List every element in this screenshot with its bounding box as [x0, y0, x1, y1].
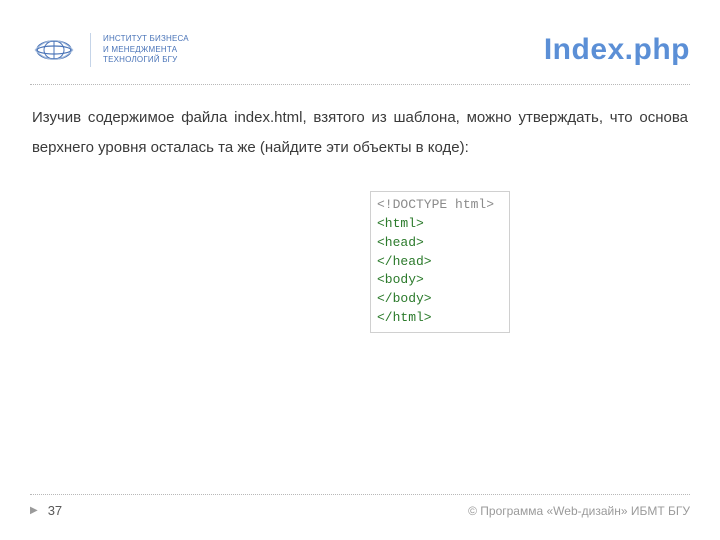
code-line-html-close: </html>: [377, 309, 499, 328]
org-line-1: ИНСТИТУТ БИЗНЕСА: [103, 34, 189, 44]
slide: ИНСТИТУТ БИЗНЕСА И МЕНЕДЖМЕНТА ТЕХНОЛОГИ…: [0, 0, 720, 540]
page-indicator: ▶ 37: [30, 503, 62, 518]
copyright-text: © Программа «Web-дизайн» ИБМТ БГУ: [468, 504, 690, 518]
code-line-html-open: <html>: [377, 215, 499, 234]
arrow-right-icon: ▶: [30, 505, 38, 516]
footer: ▶ 37 © Программа «Web-дизайн» ИБМТ БГУ: [30, 494, 690, 518]
header: ИНСТИТУТ БИЗНЕСА И МЕНЕДЖМЕНТА ТЕХНОЛОГИ…: [30, 20, 690, 80]
globe-logo-icon: [30, 30, 78, 70]
code-line-head-open: <head>: [377, 234, 499, 253]
page-number: 37: [48, 503, 62, 518]
footer-row: ▶ 37 © Программа «Web-дизайн» ИБМТ БГУ: [30, 503, 690, 518]
body-paragraph: Изучив содержимое файла index.html, взят…: [30, 103, 690, 163]
footer-divider: [30, 494, 690, 495]
logo-divider: [90, 33, 91, 67]
code-area: <!DOCTYPE html> <html> <head> </head> <b…: [370, 191, 690, 333]
header-divider: [30, 84, 690, 85]
org-line-3: ТЕХНОЛОГИЙ БГУ: [103, 55, 189, 65]
logo-block: ИНСТИТУТ БИЗНЕСА И МЕНЕДЖМЕНТА ТЕХНОЛОГИ…: [30, 30, 189, 70]
slide-title: Index.php: [544, 33, 690, 67]
code-line-head-close: </head>: [377, 253, 499, 272]
code-line-doctype: <!DOCTYPE html>: [377, 196, 499, 215]
org-line-2: И МЕНЕДЖМЕНТА: [103, 45, 189, 55]
code-line-body-open: <body>: [377, 271, 499, 290]
code-box: <!DOCTYPE html> <html> <head> </head> <b…: [370, 191, 510, 333]
code-line-body-close: </body>: [377, 290, 499, 309]
org-name: ИНСТИТУТ БИЗНЕСА И МЕНЕДЖМЕНТА ТЕХНОЛОГИ…: [103, 34, 189, 65]
